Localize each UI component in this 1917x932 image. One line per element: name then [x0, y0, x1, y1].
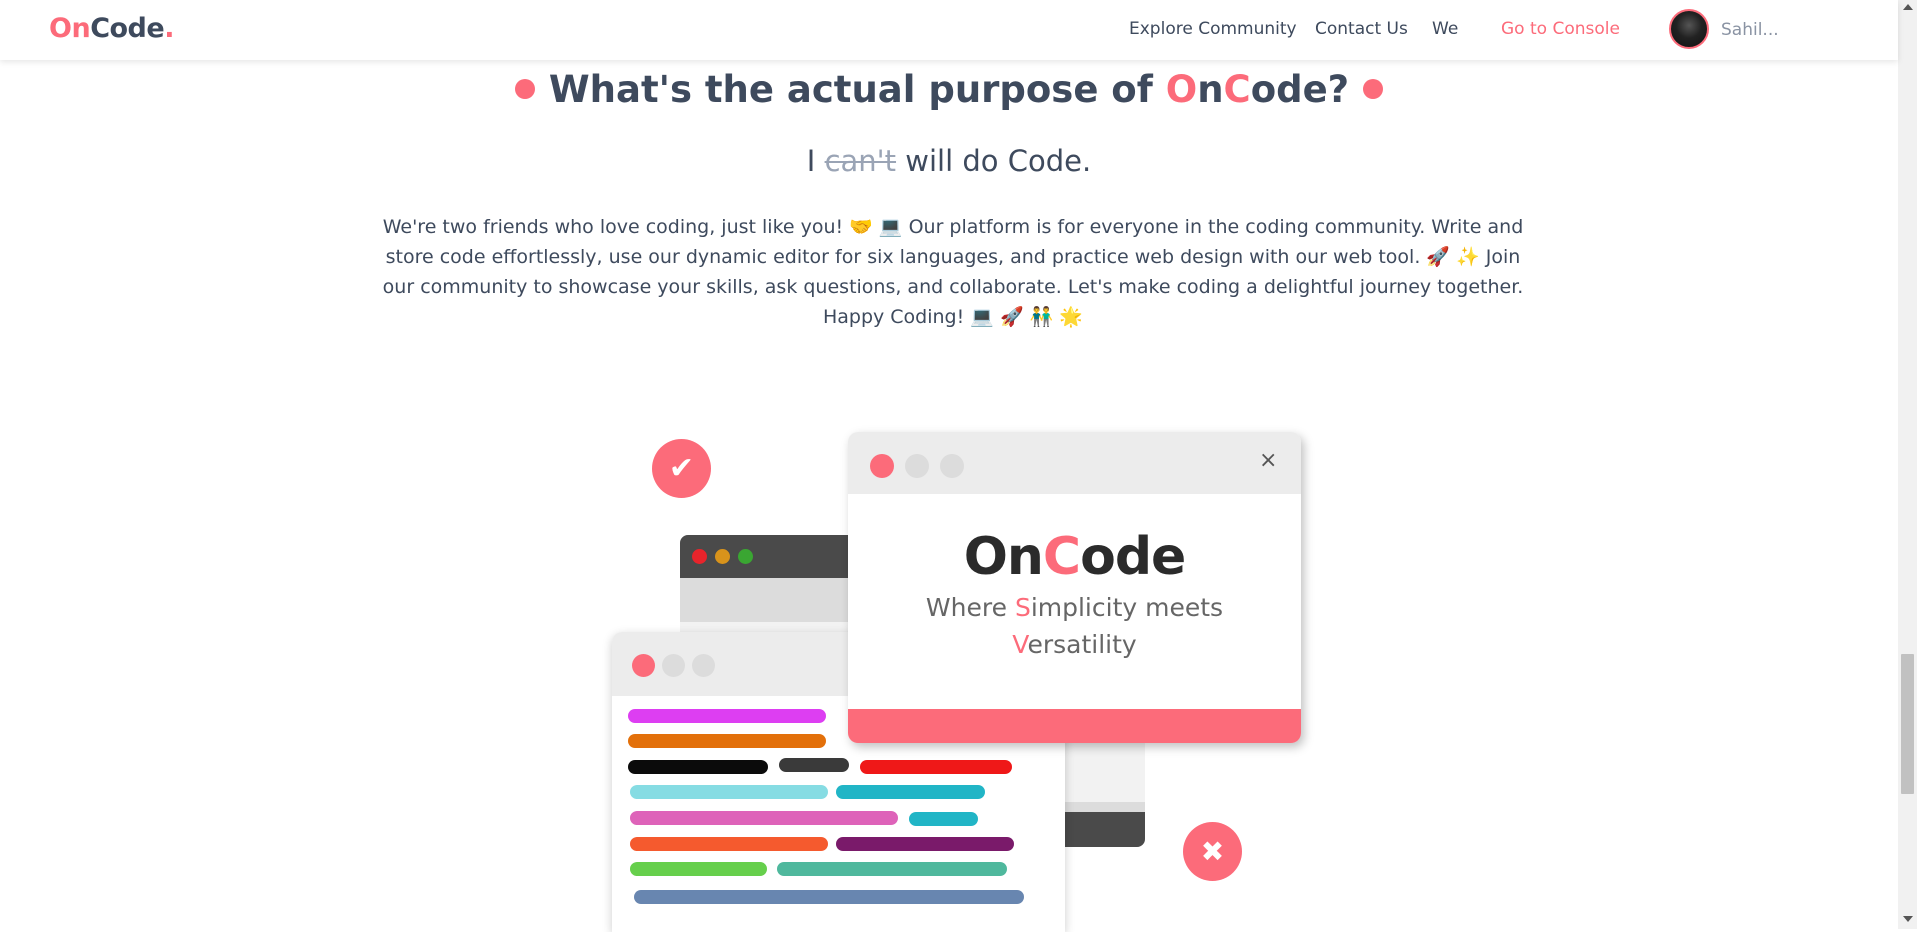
code-line	[630, 862, 767, 876]
top-navbar: OnCode. Explore Community Contact Us We …	[0, 0, 1898, 60]
subheading-i: I	[806, 144, 816, 178]
heading-n: n	[1197, 68, 1224, 111]
nav-explore-community[interactable]: Explore Community	[1129, 19, 1297, 39]
grey-dot-icon	[940, 454, 964, 478]
code-line	[779, 758, 849, 772]
brand-title: OnCode	[848, 527, 1301, 587]
tag-ersatility: ersatility	[1027, 630, 1137, 659]
heading-o: O	[1165, 68, 1198, 111]
heading-text: What's the actual purpose of	[548, 68, 1166, 111]
heading-c: C	[1223, 68, 1251, 111]
red-dot-icon	[870, 454, 894, 478]
bullet-dot-right	[1363, 78, 1384, 99]
code-line	[628, 734, 826, 748]
scroll-thumb[interactable]	[1901, 654, 1914, 794]
tag-s: S	[1014, 593, 1031, 622]
heading-ode: ode?	[1250, 68, 1350, 111]
green-dot-icon	[738, 549, 753, 564]
code-line	[628, 709, 826, 723]
code-line	[630, 785, 828, 799]
grey-dot-icon	[662, 654, 685, 677]
tag-implicity: implicity meets	[1030, 593, 1224, 622]
red-dot-icon	[692, 549, 707, 564]
tag-v: V	[1012, 630, 1028, 659]
yellow-dot-icon	[715, 549, 730, 564]
user-avatar[interactable]	[1669, 9, 1709, 49]
scroll-up-arrow-icon[interactable]	[1903, 4, 1913, 10]
logo-dot: .	[164, 13, 174, 44]
tag-where: Where	[925, 593, 1015, 622]
code-line	[630, 837, 828, 851]
code-line	[836, 837, 1014, 851]
check-icon: ✔	[652, 439, 711, 498]
code-line	[628, 760, 768, 774]
logo-on: On	[49, 13, 91, 44]
brand-tagline: Where Simplicity meets Versatility	[848, 589, 1301, 663]
subheading-strike: can't	[824, 144, 897, 178]
logo-code: Code	[90, 13, 165, 44]
site-logo[interactable]: OnCode.	[49, 13, 174, 44]
code-line	[836, 785, 985, 799]
brand-c: C	[1042, 527, 1081, 587]
user-name[interactable]: Sahil...	[1721, 20, 1779, 40]
code-line	[909, 812, 978, 826]
nav-we[interactable]: We	[1432, 19, 1458, 39]
code-line	[777, 862, 1007, 876]
nav-contact-us[interactable]: Contact Us	[1315, 19, 1408, 39]
brand-on: On	[963, 527, 1044, 587]
code-line	[634, 890, 1024, 904]
subheading-rest: will do Code.	[905, 144, 1092, 178]
grey-dot-icon	[905, 454, 929, 478]
brand-window: × OnCode Where Simplicity meets Versatil…	[848, 432, 1301, 743]
brand-window-footer	[848, 709, 1301, 743]
code-line	[860, 760, 1012, 774]
scroll-down-arrow-icon[interactable]	[1903, 916, 1913, 922]
grey-dot-icon	[692, 654, 715, 677]
close-icon: ×	[1259, 448, 1278, 473]
bullet-dot-left	[514, 78, 535, 99]
nav-go-to-console[interactable]: Go to Console	[1501, 19, 1620, 39]
brand-ode: ode	[1080, 527, 1186, 587]
about-paragraph: We're two friends who love coding, just …	[382, 216, 1524, 328]
subheading: I can't will do Code.	[0, 144, 1898, 178]
code-line	[630, 811, 898, 825]
purpose-heading: What's the actual purpose of OnCode?	[0, 68, 1898, 111]
cross-icon: ✖	[1183, 822, 1242, 881]
red-dot-icon	[632, 654, 655, 677]
